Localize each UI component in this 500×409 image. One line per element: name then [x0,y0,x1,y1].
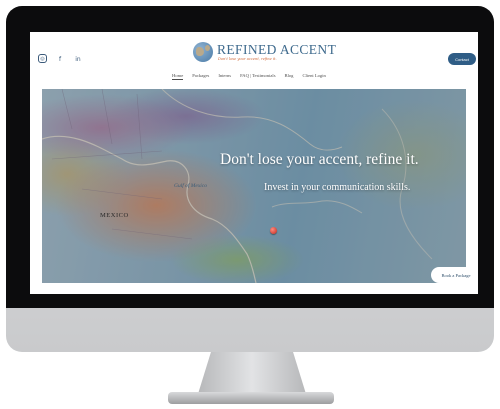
linkedin-icon[interactable]: in [73,54,83,64]
brand-logo[interactable]: REFINED ACCENT Don't lose your accent, r… [193,41,337,69]
brand-name: REFINED ACCENT [217,42,337,57]
social-links: ◎ f in [38,54,83,64]
monitor-bezel: ◎ f in REFINED ACCENT Don't lose your ac… [6,6,494,308]
nav-item-interns[interactable]: Interns [218,73,231,80]
contact-button[interactable]: Contact [448,53,476,65]
map-pin [270,227,277,234]
nav-item-faq-testimonials[interactable]: FAQ | Testimonials [240,73,275,80]
map-label-gulf: Gulf of Mexico [174,183,207,189]
instagram-icon[interactable]: ◎ [38,54,47,63]
nav-item-blog[interactable]: Blog [285,73,294,80]
website-screen: ◎ f in REFINED ACCENT Don't lose your ac… [30,32,478,294]
globe-icon [193,42,213,62]
monitor-frame: ◎ f in REFINED ACCENT Don't lose your ac… [6,6,494,352]
monitor-stand-base [168,392,334,404]
hero-subheadline: Invest in your communication skills. [264,182,411,193]
nav-item-packages[interactable]: Packages [192,73,209,80]
book-package-button[interactable]: Book a Package [431,267,478,283]
monitor-stand-neck [198,352,306,394]
facebook-icon[interactable]: f [55,54,65,64]
brand-tagline: Don't lose your accent, refine it. [218,57,277,61]
hero-headline: Don't lose your accent, refine it. [220,151,419,168]
main-nav: Home Packages Interns FAQ | Testimonials… [172,73,326,80]
map-label-mexico: MEXICO [100,212,129,219]
nav-item-home[interactable]: Home [172,73,184,80]
nav-item-client-login[interactable]: Client Login [302,73,325,80]
